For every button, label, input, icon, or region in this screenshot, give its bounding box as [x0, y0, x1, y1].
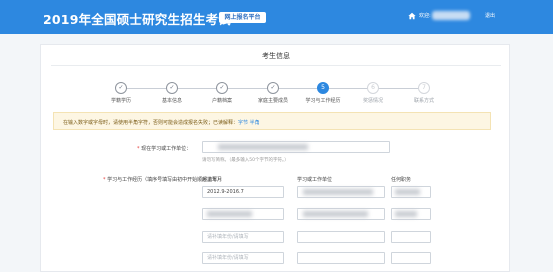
current-unit-label-text: 现在学习或工作单位：	[141, 146, 192, 152]
required-mark: *	[137, 146, 140, 152]
platform-badge: 网上报名平台	[219, 12, 266, 23]
exam-title: 2019年全国硕士研究生招生考试	[43, 12, 231, 27]
current-unit-label: * 现在学习或工作单位：	[137, 145, 191, 152]
required-mark: *	[103, 177, 106, 183]
col-head-unit: 学习或工作单位	[297, 177, 333, 183]
step-2-label[interactable]: 基本信息	[149, 97, 195, 104]
title-divider	[51, 65, 501, 66]
step-1-label[interactable]: 学籍学历	[98, 97, 144, 104]
period-input[interactable]: 请补填年份/请填写	[202, 231, 284, 243]
period-input[interactable]: 2012.9-2016.7	[202, 186, 284, 198]
position-redacted	[395, 189, 420, 195]
period-input[interactable]: 请补填年份/请填写	[202, 252, 284, 264]
top-navigation-bar: 2019年全国硕士研究生招生考试 网上报名平台 欢迎: 退出	[0, 0, 553, 34]
period-redacted	[207, 211, 252, 217]
username-redacted	[432, 11, 470, 20]
col-head-position: 任何职务	[391, 177, 412, 183]
step-1-check-icon[interactable]: ✓	[115, 82, 127, 94]
step-7-icon: 7	[418, 82, 430, 94]
unit-input[interactable]	[297, 252, 385, 264]
col-head-period: 起止年月	[202, 177, 223, 183]
input-notice-banner: 在输入数字或字母时，请使用半角字符，否则可能会造成报名失败；已读解释：字节 半角	[53, 112, 491, 130]
current-unit-redacted	[218, 144, 308, 150]
position-input[interactable]	[391, 252, 431, 264]
logout-link[interactable]: 退出	[485, 12, 495, 19]
current-unit-hint: 请勿写简称。（最多输入50个字节的字符。）	[202, 158, 289, 163]
unit-redacted	[303, 211, 368, 217]
notice-link-byte[interactable]: 字节	[238, 120, 248, 126]
welcome-label: 欢迎:	[419, 13, 431, 19]
section-title: 考生信息	[262, 52, 290, 60]
step-4-label[interactable]: 家庭主要成员	[250, 97, 296, 104]
position-input[interactable]	[391, 231, 431, 243]
step-6-icon: 6	[367, 82, 379, 94]
step-7-label: 联系方式	[413, 98, 434, 104]
step-5-label[interactable]: 学习与工作经历	[300, 97, 346, 104]
step-5-current-icon[interactable]: 5	[317, 82, 329, 94]
step-4-check-icon[interactable]: ✓	[267, 82, 279, 94]
home-icon[interactable]	[408, 12, 416, 20]
notice-link-halfwidth[interactable]: 半角	[250, 120, 260, 126]
step-3-label[interactable]: 户籍档案	[199, 97, 245, 104]
step-6-label: 奖惩情况	[362, 98, 383, 104]
step-3-check-icon[interactable]: ✓	[216, 82, 228, 94]
notice-text-line: 在输入数字或字母时，请使用半角字符，否则可能会造成报名失败；已读解释：字节 半角	[63, 119, 260, 126]
notice-text: 在输入数字或字母时，请使用半角字符，否则可能会造成报名失败；已读解释：	[63, 120, 239, 126]
position-redacted	[395, 211, 417, 217]
unit-redacted	[303, 189, 373, 195]
step-2-check-icon[interactable]: ✓	[166, 82, 178, 94]
unit-input[interactable]	[297, 231, 385, 243]
